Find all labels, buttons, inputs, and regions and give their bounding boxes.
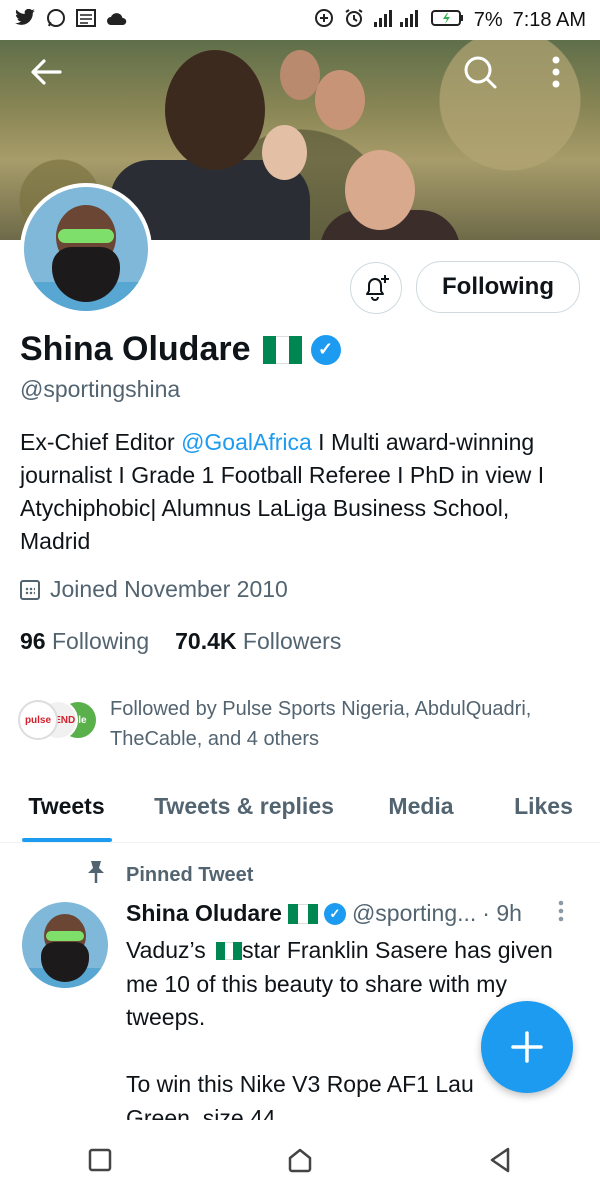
square-icon	[88, 1148, 112, 1172]
nigeria-flag-icon	[262, 335, 303, 364]
joined-date: Joined November 2010	[20, 576, 288, 603]
home-icon	[288, 1148, 312, 1173]
recents-button[interactable]	[80, 1140, 120, 1180]
notifications-button[interactable]	[350, 262, 402, 314]
verified-badge-icon: ✓	[323, 902, 346, 925]
home-button[interactable]	[280, 1140, 320, 1180]
profile-bio: Ex-Chief Editor @GoalAfrica I Multi awar…	[20, 426, 580, 558]
bell-plus-icon	[366, 275, 389, 301]
back-arrow-icon	[31, 59, 62, 85]
banner-person-face	[315, 70, 365, 130]
pin-icon	[86, 860, 106, 890]
news-icon	[76, 9, 96, 31]
profile-avatar[interactable]	[20, 183, 152, 315]
search-button[interactable]	[460, 52, 500, 92]
tweet-more-button[interactable]	[558, 900, 564, 928]
tab-media[interactable]: Media	[355, 770, 487, 842]
profile-tabs: Tweets Tweets & replies Media Likes	[0, 770, 600, 843]
bio-mention-link[interactable]: @GoalAfrica	[181, 429, 312, 455]
tweet-text-part: Vaduz’s	[126, 937, 213, 963]
following-label: Following	[51, 628, 150, 654]
system-navigation-bar	[0, 1120, 600, 1200]
nigeria-flag-icon	[216, 942, 243, 960]
tweet-time: · 9h	[482, 900, 522, 926]
followers-stat[interactable]: 70.4K Followers	[175, 628, 341, 655]
more-vertical-icon	[558, 900, 564, 922]
back-button[interactable]	[26, 52, 66, 92]
followed-by[interactable]: ible TREND pulse Followed by Pulse Sport…	[18, 694, 588, 754]
banner-person-face	[262, 125, 307, 180]
verified-badge-icon: ✓	[310, 334, 341, 365]
followers-label: Followers	[242, 628, 342, 654]
profile-handle: @sportingshina	[20, 376, 181, 402]
avatar-sunglasses	[46, 931, 84, 941]
whatsapp-icon	[46, 8, 66, 32]
profile-name-row: Shina Oludare ✓	[20, 330, 341, 369]
tweet-author-avatar[interactable]	[22, 902, 108, 988]
tweet-header: Shina Oludare ✓ @sporting... · 9h	[126, 900, 586, 927]
following-stat[interactable]: 96 Following	[20, 628, 149, 655]
tab-likes[interactable]: Likes	[487, 770, 600, 842]
tweet-author-handle: @sporting...	[351, 900, 477, 926]
signal-icon	[373, 8, 420, 32]
following-count: 96	[20, 628, 46, 654]
clock: 7:18 AM	[512, 8, 586, 31]
more-button[interactable]	[536, 52, 576, 92]
bio-text: Ex-Chief Editor	[20, 429, 182, 455]
battery-percent: 7%	[473, 8, 503, 31]
status-bar: 7% 7:18 AM	[0, 0, 600, 40]
followers-count: 70.4K	[175, 628, 237, 654]
triangle-back-icon	[490, 1147, 510, 1173]
avatar-sunglasses	[58, 229, 114, 243]
tab-tweets-replies[interactable]: Tweets & replies	[133, 770, 355, 842]
cloud-icon	[106, 10, 128, 30]
status-bar-left	[14, 8, 128, 32]
followed-by-text: Followed by Pulse Sports Nigeria, AbdulQ…	[110, 698, 532, 750]
nigeria-flag-icon	[287, 903, 318, 924]
banner-person-face	[280, 50, 320, 100]
following-button[interactable]: Following	[416, 261, 580, 313]
joined-text: Joined November 2010	[50, 576, 288, 602]
more-vertical-icon	[552, 56, 560, 88]
status-bar-right: 7% 7:18 AM	[314, 8, 586, 32]
tab-tweets[interactable]: Tweets	[0, 770, 133, 842]
followed-by-avatars: ible TREND pulse	[18, 700, 98, 742]
back-nav-button[interactable]	[480, 1140, 520, 1180]
alarm-icon	[344, 8, 364, 32]
pinned-text: Pinned Tweet	[126, 863, 254, 886]
follower-avatar: pulse	[18, 700, 58, 740]
twitter-icon	[14, 8, 36, 31]
profile-name: Shina Oludare	[20, 330, 251, 368]
follow-stats: 96 Following 70.4K Followers	[20, 628, 341, 655]
banner-person-face	[345, 150, 415, 230]
add-circle-icon	[314, 8, 334, 32]
calendar-icon	[20, 579, 40, 600]
plus-icon	[511, 1031, 543, 1063]
pinned-label: Pinned Tweet	[86, 860, 253, 890]
search-icon	[464, 56, 497, 89]
battery-icon	[430, 9, 464, 31]
compose-tweet-button[interactable]	[481, 1001, 573, 1093]
tweet-author-name[interactable]: Shina Oludare	[126, 900, 282, 927]
banner-person-face	[165, 50, 265, 170]
